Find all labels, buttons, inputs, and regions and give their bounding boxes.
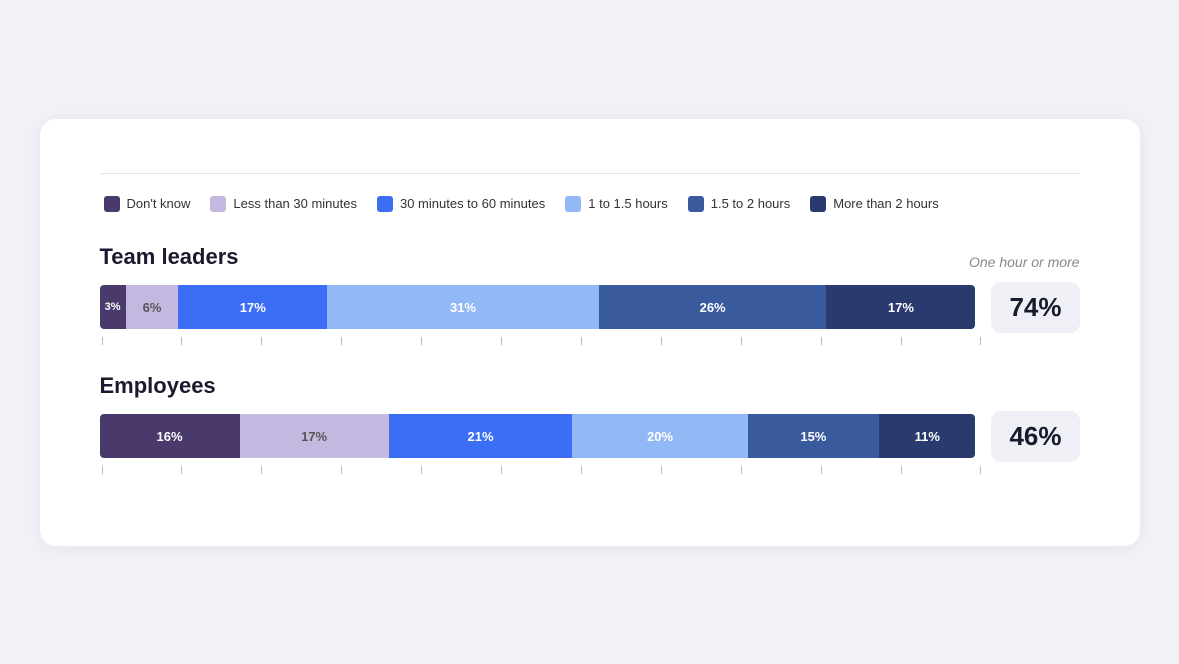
section-title-employees: Employees xyxy=(100,373,216,399)
bar-segment-employees-gt2: 11% xyxy=(879,414,975,458)
legend-label-dont_know: Don't know xyxy=(127,196,191,211)
main-card: Don't know Less than 30 minutes 30 minut… xyxy=(40,119,1140,546)
bar-segment-team_leaders-1to1_5: 31% xyxy=(327,285,599,329)
tick-container-employees xyxy=(100,466,984,474)
tick-mark xyxy=(102,466,103,474)
bar-container-employees: 16%17%21%20%15%11% xyxy=(100,414,976,458)
tick-row-team_leaders xyxy=(100,337,1080,345)
legend-label-gt2: More than 2 hours xyxy=(833,196,939,211)
tick-mark xyxy=(181,337,182,345)
bar-segment-team_leaders-30to60: 17% xyxy=(178,285,327,329)
tick-mark xyxy=(501,337,502,345)
legend-swatch-1_5to2 xyxy=(688,196,704,212)
tick-mark xyxy=(581,337,582,345)
bar-segment-employees-30to60: 21% xyxy=(389,414,573,458)
tick-mark xyxy=(901,337,902,345)
bar-row-employees: 16%17%21%20%15%11% 46% xyxy=(100,411,1080,462)
tick-mark xyxy=(980,337,981,345)
tick-mark xyxy=(421,466,422,474)
tick-mark xyxy=(661,337,662,345)
bar-segment-employees-1_5to2: 15% xyxy=(748,414,879,458)
legend-label-lt30: Less than 30 minutes xyxy=(233,196,357,211)
bar-segment-employees-1to1_5: 20% xyxy=(572,414,747,458)
bar-segment-employees-lt30: 17% xyxy=(240,414,389,458)
tick-mark xyxy=(102,337,103,345)
tick-mark xyxy=(181,466,182,474)
tick-row-employees xyxy=(100,466,1080,474)
tick-mark xyxy=(901,466,902,474)
legend-item-dont_know: Don't know xyxy=(104,196,191,212)
bar-segment-team_leaders-gt2: 17% xyxy=(826,285,975,329)
section-title-team_leaders: Team leaders xyxy=(100,244,239,270)
tick-mark xyxy=(261,466,262,474)
tick-mark xyxy=(661,466,662,474)
section-header-employees: Employees xyxy=(100,373,1080,399)
tick-mark xyxy=(581,466,582,474)
tick-mark xyxy=(741,337,742,345)
tick-mark xyxy=(821,337,822,345)
tick-mark xyxy=(980,466,981,474)
section-employees: Employees 16%17%21%20%15%11% 46% xyxy=(100,373,1080,474)
tick-mark xyxy=(261,337,262,345)
legend-label-30to60: 30 minutes to 60 minutes xyxy=(400,196,545,211)
legend-label-1_5to2: 1.5 to 2 hours xyxy=(711,196,791,211)
bar-segment-team_leaders-dont_know: 3% xyxy=(100,285,126,329)
tick-mark xyxy=(341,337,342,345)
legend-item-1_5to2: 1.5 to 2 hours xyxy=(688,196,791,212)
bar-container-team_leaders: 3%6%17%31%26%17% xyxy=(100,285,976,329)
title-divider xyxy=(100,173,1080,174)
tick-container-team_leaders xyxy=(100,337,984,345)
legend-label-1to1_5: 1 to 1.5 hours xyxy=(588,196,668,211)
tick-mark xyxy=(421,337,422,345)
legend-swatch-1to1_5 xyxy=(565,196,581,212)
tick-mark xyxy=(501,466,502,474)
legend: Don't know Less than 30 minutes 30 minut… xyxy=(100,196,1080,212)
legend-swatch-gt2 xyxy=(810,196,826,212)
legend-item-lt30: Less than 30 minutes xyxy=(210,196,357,212)
tick-mark xyxy=(821,466,822,474)
section-header-team_leaders: Team leaders One hour or more xyxy=(100,244,1080,270)
summary-badge-employees: 46% xyxy=(991,411,1079,462)
tick-mark xyxy=(741,466,742,474)
legend-swatch-dont_know xyxy=(104,196,120,212)
legend-item-30to60: 30 minutes to 60 minutes xyxy=(377,196,545,212)
one-hour-label-team_leaders: One hour or more xyxy=(969,254,1080,270)
bar-segment-employees-dont_know: 16% xyxy=(100,414,240,458)
legend-item-gt2: More than 2 hours xyxy=(810,196,939,212)
section-team_leaders: Team leaders One hour or more 3%6%17%31%… xyxy=(100,244,1080,345)
tick-mark xyxy=(341,466,342,474)
bar-row-team_leaders: 3%6%17%31%26%17%74% xyxy=(100,282,1080,333)
bar-segment-team_leaders-lt30: 6% xyxy=(126,285,179,329)
legend-item-1to1_5: 1 to 1.5 hours xyxy=(565,196,668,212)
legend-swatch-30to60 xyxy=(377,196,393,212)
legend-swatch-lt30 xyxy=(210,196,226,212)
summary-badge-team_leaders: 74% xyxy=(991,282,1079,333)
bar-segment-team_leaders-1_5to2: 26% xyxy=(599,285,827,329)
